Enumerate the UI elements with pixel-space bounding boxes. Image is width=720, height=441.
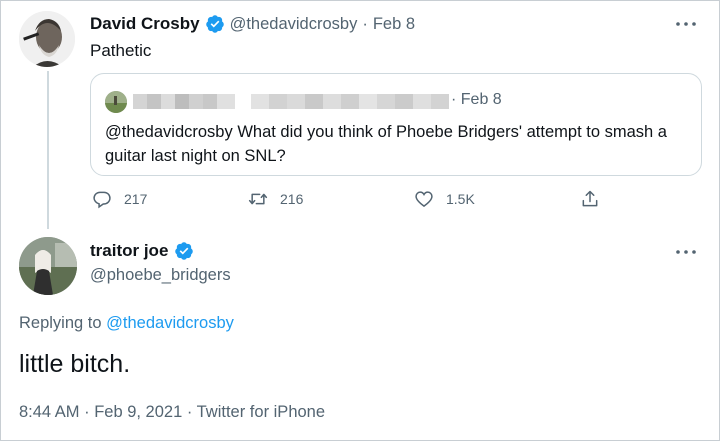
retweet-button[interactable]: 216 bbox=[248, 189, 303, 209]
reply-button[interactable]: 217 bbox=[92, 189, 147, 209]
quoted-tweet-date[interactable]: Feb 8 bbox=[461, 91, 502, 108]
like-button[interactable]: 1.5K bbox=[414, 189, 475, 209]
tweet-date[interactable]: Feb 8 bbox=[373, 15, 415, 34]
verified-badge-icon bbox=[205, 15, 224, 33]
tweet-timestamp[interactable]: 8:44 AM · Feb 9, 2021 · Twitter for iPho… bbox=[19, 403, 325, 422]
verified-badge-icon bbox=[175, 242, 194, 260]
reply-icon bbox=[93, 191, 111, 209]
redacted-handle-blur bbox=[251, 94, 449, 109]
tweet1-header: David Crosby @thedavidcrosby · Feb 8 bbox=[90, 14, 415, 34]
handle[interactable]: @phoebe_bridgers bbox=[90, 266, 231, 285]
screenshot-frame: David Crosby @thedavidcrosby · Feb 8 Pat… bbox=[0, 0, 720, 441]
display-name[interactable]: traitor joe bbox=[90, 241, 168, 261]
separator-dot: · bbox=[451, 91, 457, 108]
redacted-name-blur bbox=[133, 94, 235, 109]
display-name[interactable]: David Crosby bbox=[90, 14, 200, 34]
like-count: 1.5K bbox=[446, 191, 475, 207]
quoted-tweet-card[interactable]: · Feb 8 @thedavidcrosby What did you thi… bbox=[90, 73, 702, 176]
separator-dot: · bbox=[362, 14, 368, 33]
quoted-tweet-text: @thedavidcrosby What did you think of Ph… bbox=[105, 123, 667, 165]
tweet2-text: little bitch. bbox=[19, 350, 131, 378]
thread-connector-line bbox=[47, 71, 49, 229]
replying-to: Replying to @thedavidcrosby bbox=[19, 314, 234, 333]
replying-prefix: Replying to bbox=[19, 314, 102, 332]
more-options-icon[interactable] bbox=[675, 247, 697, 257]
heart-icon bbox=[415, 191, 433, 207]
quoted-avatar bbox=[105, 91, 127, 113]
quoted-date: · Feb 8 bbox=[451, 91, 502, 109]
retweet-count: 216 bbox=[280, 191, 304, 207]
reply-count: 217 bbox=[124, 191, 148, 207]
handle[interactable]: @thedavidcrosby bbox=[230, 15, 358, 34]
replying-mention-link[interactable]: @thedavidcrosby bbox=[106, 314, 234, 332]
tweet1-text: Pathetic bbox=[90, 41, 152, 60]
share-icon bbox=[582, 190, 598, 207]
share-button[interactable] bbox=[580, 189, 600, 209]
avatar-traitor-joe[interactable] bbox=[19, 237, 77, 295]
tweet2-header: traitor joe bbox=[90, 241, 194, 261]
tweet-actions-bar: 217 216 1.5K bbox=[90, 189, 610, 213]
more-options-icon[interactable] bbox=[675, 19, 697, 29]
retweet-icon bbox=[248, 193, 268, 205]
avatar-david-crosby[interactable] bbox=[19, 11, 75, 67]
